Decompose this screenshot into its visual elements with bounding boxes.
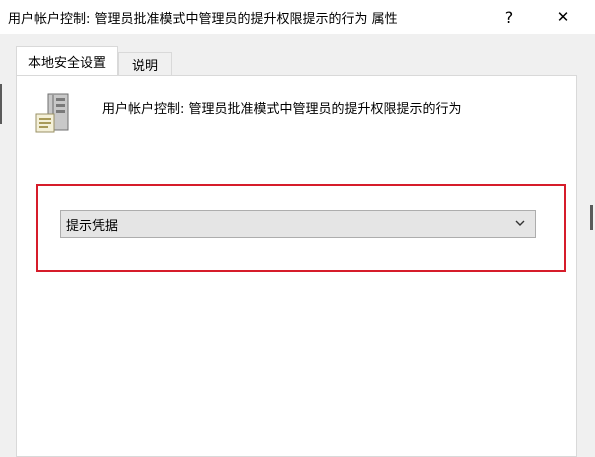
background-window-edge [0,84,2,124]
dropdown-selected-value: 提示凭据 [66,218,119,234]
close-button[interactable]: ✕ [540,0,586,34]
chevron-down-icon [515,220,525,226]
background-window-edge [590,205,593,230]
server-policy-icon [35,93,69,133]
setting-dropdown[interactable]: 提示凭据 [60,210,536,238]
tab-local-security-setting[interactable]: 本地安全设置 [16,46,118,75]
tab-explain[interactable]: 说明 [118,52,172,75]
properties-dialog: 用户帐户控制: 管理员批准模式中管理员的提升权限提示的行为 属性 ? ✕ 本地安… [0,0,595,457]
title-bar[interactable]: 用户帐户控制: 管理员批准模式中管理员的提升权限提示的行为 属性 ? ✕ [0,0,595,34]
policy-name: 用户帐户控制: 管理员批准模式中管理员的提升权限提示的行为 [102,102,462,117]
help-button[interactable]: ? [486,0,532,34]
window-title: 用户帐户控制: 管理员批准模式中管理员的提升权限提示的行为 属性 [8,12,398,27]
